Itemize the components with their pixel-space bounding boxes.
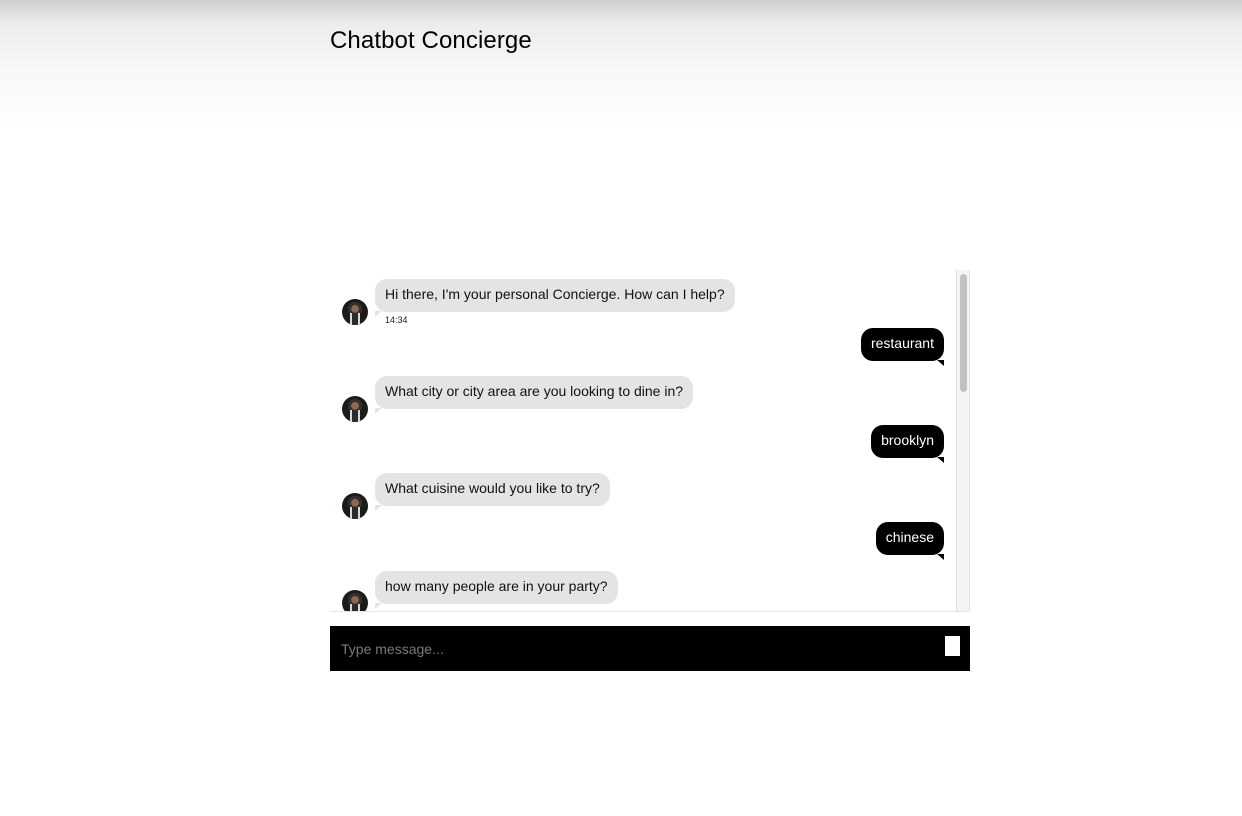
message-input[interactable] xyxy=(330,626,930,671)
message-composer xyxy=(330,626,970,671)
chat-window: Hi there, I'm your personal Concierge. H… xyxy=(330,270,970,612)
message-timestamp: 14:34 xyxy=(385,315,408,325)
bot-message: Hi there, I'm your personal Concierge. H… xyxy=(330,279,955,329)
message-scrollbar[interactable] xyxy=(956,270,969,611)
concierge-avatar xyxy=(342,396,368,422)
bot-message-bubble: how many people are in your party? xyxy=(375,571,618,609)
user-message: chinese xyxy=(330,522,955,562)
bot-message-bubble: What city or city area are you looking t… xyxy=(375,376,694,414)
bot-message-bubble: Hi there, I'm your personal Concierge. H… xyxy=(375,279,735,317)
user-message: brooklyn xyxy=(330,425,955,465)
bot-message-bubble: What cuisine would you like to try? xyxy=(375,473,610,511)
message-list: Hi there, I'm your personal Concierge. H… xyxy=(330,270,955,611)
bot-message: What cuisine would you like to try? xyxy=(330,473,955,523)
bot-message: how many people are in your party? xyxy=(330,571,955,611)
page-title: Chatbot Concierge xyxy=(330,27,532,54)
user-message-bubble: chinese xyxy=(875,522,945,560)
bot-message: What city or city area are you looking t… xyxy=(330,376,955,426)
send-icon[interactable] xyxy=(945,636,960,656)
user-message-bubble: restaurant xyxy=(860,328,945,366)
user-message: restaurant xyxy=(330,328,955,368)
scrollbar-thumb[interactable] xyxy=(960,274,967,392)
concierge-avatar xyxy=(342,299,368,325)
concierge-avatar xyxy=(342,493,368,519)
user-message-bubble: brooklyn xyxy=(871,425,944,463)
header-band xyxy=(0,0,1242,130)
concierge-avatar xyxy=(342,590,368,611)
